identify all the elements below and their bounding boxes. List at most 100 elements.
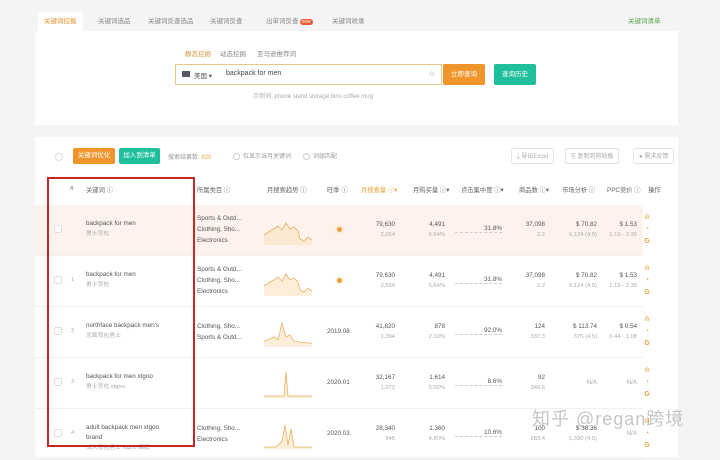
- google-icon[interactable]: G: [642, 338, 652, 350]
- market-analysis[interactable]: $ 70.82 6,124 (4.5): [547, 271, 597, 291]
- click-concentration[interactable]: 10.6%: [455, 429, 502, 437]
- click-concentration[interactable]: 8.6%: [455, 378, 502, 386]
- chart-icon[interactable]: ılı: [642, 263, 652, 275]
- category: Clothing, Sho...: [197, 425, 241, 432]
- search-volume: 32,167: [375, 374, 395, 381]
- google-icon[interactable]: G: [642, 389, 652, 401]
- market-analysis[interactable]: $ 113.74 575 (4.5): [547, 322, 597, 342]
- market-analysis[interactable]: N/A: [547, 373, 598, 388]
- chart-icon[interactable]: ılı: [642, 212, 652, 224]
- filter-label: 仅显示当月关键词: [243, 154, 292, 160]
- category-cell: Sports & Outd... Clothing, Sho... Electron…: [197, 213, 242, 246]
- col-products[interactable]: 商品数 ⓘ▾: [519, 185, 549, 194]
- trend-sparkline[interactable]: [264, 217, 312, 245]
- amazon-icon[interactable]: ◔: [642, 275, 652, 287]
- monthly-search: 41,820 1,394: [355, 322, 395, 342]
- trend-sparkline[interactable]: [264, 370, 312, 398]
- chart-icon[interactable]: ılı: [642, 314, 652, 326]
- select-all-checkbox[interactable]: [55, 153, 63, 161]
- radio[interactable]: [233, 152, 240, 160]
- category: Electronics: [197, 237, 228, 244]
- product-count: 37,098: [525, 272, 545, 279]
- market-price: $ 70.82: [575, 221, 597, 228]
- col-category[interactable]: 所属类目 ⓘ: [197, 185, 230, 194]
- examples-label: 示例词:: [253, 94, 273, 100]
- google-icon[interactable]: G: [642, 236, 652, 248]
- col-market[interactable]: 市场分析 ⓘ: [562, 185, 595, 194]
- mode-dynamic[interactable]: 动态挖掘: [220, 48, 246, 58]
- filter-label: 词组匹配: [313, 154, 338, 160]
- col-season[interactable]: 旺季 ⓘ: [327, 185, 348, 194]
- sparkline-area: [264, 323, 312, 347]
- category: Clothing, Sho...: [197, 277, 241, 284]
- clear-icon[interactable]: ⊙: [429, 70, 435, 78]
- products: 37,098 2.2: [505, 220, 545, 240]
- click-concentration[interactable]: 31.8%: [455, 225, 502, 233]
- search-input[interactable]: backpack for men: [226, 70, 281, 77]
- mode-amazon[interactable]: 亚马逊推荐词: [257, 48, 296, 58]
- amazon-icon[interactable]: ◔: [642, 326, 652, 338]
- search-volume: 79,630: [375, 272, 395, 279]
- category: Sports & Outd...: [197, 334, 242, 341]
- search-volume: 79,630: [375, 221, 395, 228]
- product-count: 37,098: [525, 221, 545, 228]
- history-button[interactable]: 查询历史: [494, 64, 536, 85]
- mode-static[interactable]: 静态挖掘: [185, 48, 211, 58]
- ppc-bid: N/A: [597, 373, 638, 388]
- country-select[interactable]: 美国 ▾: [194, 70, 212, 80]
- season: 2020.03: [327, 430, 350, 437]
- tab-order-words[interactable]: 出单词反查 new: [260, 12, 319, 32]
- category-cell: Sports & Outd... Clothing, Sho... Electron…: [197, 264, 242, 297]
- optimize-button[interactable]: 关键词优化: [73, 148, 115, 164]
- tab-reverse-selection[interactable]: 关键词反查选品: [142, 12, 200, 32]
- feedback-button[interactable]: ● 需求反馈: [633, 148, 675, 164]
- export-excel-button[interactable]: ⤓ 导出Excel: [511, 148, 555, 164]
- copy-label: 复制到剪贴板: [577, 154, 614, 160]
- example-link[interactable]: phone stand: [274, 94, 307, 100]
- tab-keyword-index[interactable]: 关键词收录: [326, 12, 371, 32]
- market-reviews: 575 (4.5): [573, 334, 597, 340]
- click-concentration[interactable]: 92.0%: [455, 327, 502, 335]
- amazon-icon[interactable]: ◔: [642, 377, 652, 389]
- trend-sparkline[interactable]: [264, 268, 312, 296]
- result-label: 搜索结果数:: [168, 155, 200, 161]
- tab-keyword-selection[interactable]: 关键词选品: [92, 12, 137, 32]
- example-link[interactable]: storage bins: [309, 94, 342, 100]
- category: Sports & Outd...: [197, 215, 242, 222]
- col-trend[interactable]: 月搜索趋势 ⓘ: [267, 185, 307, 194]
- purchase-rate: 2.10%: [428, 334, 445, 340]
- trend-sparkline[interactable]: [264, 319, 312, 347]
- add-to-list-button[interactable]: 加入到清单: [119, 148, 160, 164]
- click-concentration[interactable]: 31.8%: [455, 276, 502, 284]
- query-button[interactable]: 立即查询: [443, 64, 485, 85]
- filter-current-month[interactable]: 仅显示当月关键词: [233, 151, 291, 160]
- market-analysis[interactable]: $ 70.82 6,124 (4.5): [547, 220, 597, 240]
- google-icon[interactable]: G: [642, 287, 652, 299]
- search-volume: 41,820: [375, 323, 395, 330]
- google-icon[interactable]: G: [642, 440, 652, 452]
- filter-phrase-match[interactable]: 词组匹配: [303, 151, 337, 160]
- trend-sparkline[interactable]: [264, 421, 312, 449]
- search-daily: 1,072: [380, 385, 395, 391]
- monthly-purchase: 4,491 5.64%: [405, 220, 445, 240]
- ppc-value: $ 1.53: [619, 221, 637, 228]
- radio[interactable]: [303, 152, 310, 160]
- example-link[interactable]: coffee mug: [343, 94, 373, 100]
- col-ppc[interactable]: PPC竞价 ⓘ: [607, 185, 641, 194]
- market-reviews: 6,124 (4.5): [568, 232, 597, 238]
- col-monthly-search[interactable]: 月搜索量 ⓘ▾: [361, 185, 397, 194]
- feedback-label: 需求反馈: [644, 154, 669, 160]
- keyword-list-link[interactable]: 关键词清单: [622, 12, 667, 32]
- season-dot-icon: [337, 278, 342, 283]
- ppc-range: 1.19 - 2.35: [609, 232, 637, 238]
- col-monthly-purchase[interactable]: 月购买量 ⓘ▾: [413, 185, 449, 194]
- col-click-concentration[interactable]: 点击集中度 ⓘ▾: [461, 185, 504, 194]
- tab-keyword-mining[interactable]: 关键词挖掘: [38, 12, 83, 32]
- us-flag-icon: [182, 71, 190, 77]
- tab-reverse-lookup[interactable]: 关键词反查: [204, 12, 249, 32]
- market-reviews: 1,330 (4.5): [568, 436, 597, 442]
- copy-button[interactable]: ⎘ 复制到剪贴板: [565, 148, 620, 164]
- tab-label: 出单词反查: [266, 18, 299, 25]
- chart-icon[interactable]: ılı: [642, 365, 652, 377]
- amazon-icon[interactable]: ◔: [642, 224, 652, 236]
